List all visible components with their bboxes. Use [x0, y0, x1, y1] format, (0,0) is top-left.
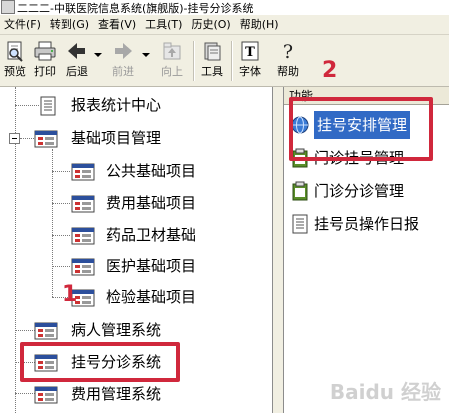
app-icon [1, 0, 15, 14]
up-button[interactable]: 向上 [156, 38, 188, 84]
clipboard-icon [292, 181, 308, 201]
module-window-icon [71, 258, 95, 276]
menu-goto[interactable]: 转到(G) [46, 15, 94, 34]
svg-text:?: ? [283, 41, 293, 62]
help-label: 帮助 [277, 65, 299, 78]
tools-label: 工具 [201, 65, 223, 78]
print-preview-icon [7, 41, 23, 62]
highlight-box-step-2 [289, 97, 433, 161]
toolbar-separator [193, 41, 195, 81]
module-window-icon [34, 130, 58, 148]
function-item-operator-daily-report[interactable]: 挂号员操作日报 [284, 210, 449, 238]
tree-item-public-basic[interactable]: 公共基础项目 [71, 159, 271, 183]
font-button[interactable]: T 字体 [236, 38, 264, 84]
menu-history[interactable]: 历史(O) [187, 15, 235, 34]
module-window-icon [71, 195, 95, 213]
forward-dropdown-icon[interactable] [142, 53, 150, 57]
toolbar: 预览 打印 后退 前进 向上 工具 T 字体 ? 帮助 [0, 35, 449, 87]
menu-help[interactable]: 帮助(H) [236, 15, 284, 34]
tree-connector [20, 138, 34, 139]
menu-bar: 文件(F) 转到(G) 查看(V) 工具(T) 历史(O) 帮助(H) [0, 15, 449, 35]
function-list: 功能 挂号安排管理 门诊挂号管理 门诊分诊管理 挂号员操作日报 Baidu 经验 [284, 87, 449, 413]
print-label: 打印 [34, 65, 56, 78]
report-icon [292, 214, 308, 234]
back-label: 后退 [66, 65, 88, 78]
arrow-left-icon [68, 43, 85, 59]
window-title: 二二二-中联医院信息系统(旗舰版)-挂号分诊系统 [17, 2, 254, 15]
tree-item-drug-material-basic[interactable]: 药品卫材基础 [71, 223, 271, 247]
highlight-box-step-1 [20, 342, 180, 382]
folder-up-icon [163, 42, 181, 60]
tree-item-basic-project-management[interactable]: 基础项目管理 [34, 126, 234, 150]
back-dropdown-icon[interactable] [94, 53, 102, 57]
tools-icon [204, 42, 221, 61]
module-window-icon [34, 386, 58, 404]
tools-button[interactable]: 工具 [198, 38, 226, 84]
svg-text:T: T [245, 45, 255, 60]
tree-item-fee-management[interactable]: 费用管理系统 [34, 382, 234, 406]
function-item-outpatient-triage[interactable]: 门诊分诊管理 [284, 177, 449, 205]
arrow-right-icon [115, 43, 132, 59]
tree-connector [52, 266, 70, 267]
module-window-icon [34, 322, 58, 340]
printer-icon [34, 41, 56, 61]
back-button[interactable]: 后退 [62, 38, 92, 84]
annotation-step-1: 1 [62, 282, 78, 307]
tree-connector [15, 105, 39, 106]
tree-item-fee-basic[interactable]: 费用基础项目 [71, 191, 271, 215]
help-button[interactable]: ? 帮助 [274, 38, 302, 84]
print-button[interactable]: 打印 [31, 38, 59, 84]
tree-connector [15, 393, 35, 394]
font-icon: T [241, 41, 259, 61]
toolbar-separator [231, 41, 233, 81]
annotation-step-2: 2 [322, 58, 338, 83]
forward-button[interactable]: 前进 [108, 38, 138, 84]
pane-splitter[interactable] [273, 87, 284, 413]
tree-item-lab-basic[interactable]: 检验基础项目 [71, 285, 271, 309]
tree-connector [15, 330, 35, 331]
tree-item-nursing-basic[interactable]: 医护基础项目 [71, 254, 271, 278]
navigation-tree: 报表统计中心 基础项目管理 公共基础项目 费用基础项目 药品卫材基础 医护基础项… [0, 87, 273, 413]
module-window-icon [71, 163, 95, 181]
title-bar: 二二二-中联医院信息系统(旗舰版)-挂号分诊系统 [0, 0, 449, 15]
forward-label: 前进 [112, 65, 134, 78]
preview-button[interactable]: 预览 [2, 38, 28, 84]
preview-label: 预览 [4, 65, 26, 78]
report-icon [40, 96, 56, 116]
up-label: 向上 [161, 65, 183, 78]
baidu-watermark: Baidu 经验 [329, 380, 441, 404]
font-label: 字体 [239, 65, 261, 78]
tree-connector [52, 235, 70, 236]
tree-connector [52, 171, 70, 172]
tree-item-patient-management[interactable]: 病人管理系统 [34, 318, 234, 342]
tree-collapse-toggle[interactable] [9, 133, 20, 144]
menu-file[interactable]: 文件(F) [0, 15, 46, 34]
question-mark-icon: ? [283, 41, 293, 62]
tree-connector [52, 203, 70, 204]
menu-view[interactable]: 查看(V) [94, 15, 141, 34]
tree-item-report-center[interactable]: 报表统计中心 [38, 93, 238, 117]
menu-tools[interactable]: 工具(T) [141, 15, 187, 34]
module-window-icon [71, 227, 95, 245]
